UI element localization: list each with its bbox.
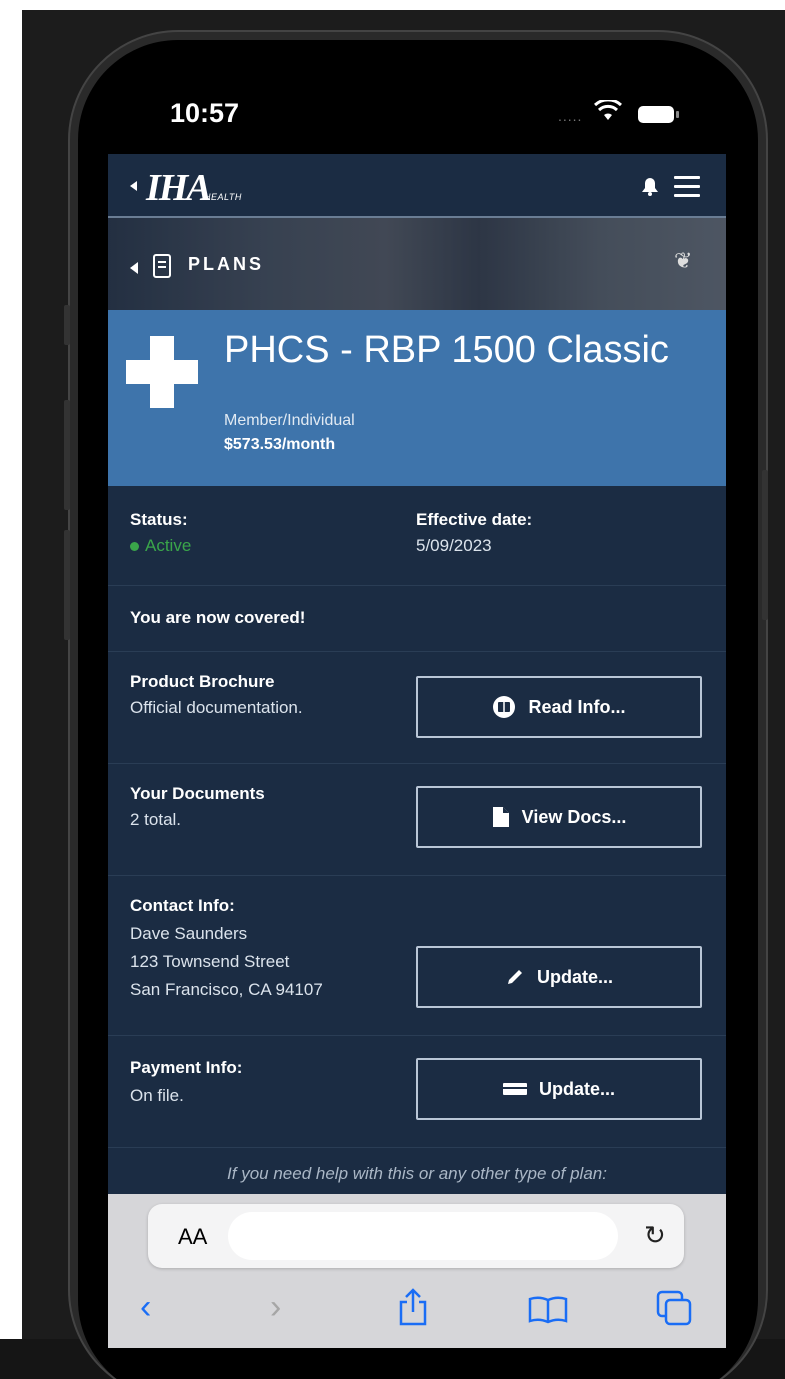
coverage-row: You are now covered!: [108, 586, 726, 652]
url-field[interactable]: [228, 1212, 618, 1260]
contact-street: 123 Townsend Street: [130, 952, 290, 971]
forward-arrow-icon[interactable]: ›: [270, 1288, 281, 1327]
signal-icon: .....: [558, 108, 583, 124]
view-docs-label: View Docs...: [521, 806, 627, 827]
status-value: Active: [130, 536, 191, 556]
phone-side-button: [64, 305, 70, 345]
brand-logo[interactable]: IHA: [146, 166, 212, 210]
hamburger-menu-icon[interactable]: [674, 176, 700, 203]
back-icon[interactable]: [130, 181, 137, 191]
file-icon: [492, 807, 509, 827]
phone-side-button: [64, 400, 70, 510]
brand-logo-sub: HEALTH: [204, 192, 242, 202]
book-icon: [493, 696, 516, 718]
section-title: PLANS: [188, 254, 265, 274]
contact-name: Dave Saunders: [130, 924, 248, 943]
effective-date-label: Effective date:: [416, 510, 533, 529]
status-label: Status:: [130, 510, 188, 529]
active-status-dot: [130, 541, 139, 551]
update-payment-button[interactable]: Update...: [416, 1058, 702, 1120]
payment-status: On file.: [130, 1086, 184, 1105]
payment-row: Payment Info: On file. Update...: [108, 1036, 726, 1148]
brochure-row: Product Brochure Official documentation.…: [108, 652, 726, 764]
status-active-text: Active: [145, 536, 192, 555]
address-bar: AA ↻: [148, 1204, 684, 1268]
back-arrow-icon[interactable]: ‹: [140, 1288, 151, 1327]
background-strip-left: [0, 0, 22, 1379]
view-docs-button[interactable]: View Docs...: [416, 786, 702, 848]
bookmarks-icon[interactable]: [528, 1296, 568, 1324]
app-screen: IHA HEALTH PLANS ❦ PHCS - RBP 1500 Class…: [108, 154, 726, 1348]
share-icon[interactable]: [398, 1288, 428, 1326]
medical-cross-icon-bar: [126, 360, 198, 384]
reload-icon[interactable]: ↻: [644, 1220, 666, 1251]
help-text: If you need help with this or any other …: [227, 1164, 607, 1183]
credit-card-icon: [502, 1083, 527, 1095]
phone-side-button: [762, 470, 768, 620]
brochure-desc: Official documentation.: [130, 698, 303, 717]
update-contact-button[interactable]: Update...: [416, 946, 702, 1008]
contact-city: San Francisco, CA 94107: [130, 980, 323, 999]
documents-count: 2 total.: [130, 810, 182, 829]
wifi-icon: [594, 100, 622, 120]
tabs-icon[interactable]: [656, 1290, 692, 1326]
effective-date-value: 5/09/2023: [416, 536, 492, 555]
app-header: IHA HEALTH: [108, 154, 726, 218]
status-bar: 10:57 .....: [108, 80, 728, 154]
plan-banner: PHCS - RBP 1500 Classic Member/Individua…: [108, 310, 726, 486]
tree-icon: ❦: [674, 248, 693, 273]
background-strip: [0, 0, 785, 10]
brochure-label: Product Brochure: [130, 672, 275, 691]
plan-price: $573.53/month: [224, 436, 336, 453]
browser-nav: ‹ ›: [108, 1288, 726, 1338]
update-contact-label: Update...: [536, 966, 613, 987]
text-size-button[interactable]: AA: [178, 1224, 207, 1250]
payment-label: Payment Info:: [130, 1058, 243, 1077]
back-icon[interactable]: [130, 262, 138, 274]
read-info-button[interactable]: Read Info...: [416, 676, 702, 738]
plan-name: PHCS - RBP 1500 Classic: [224, 329, 669, 371]
pencil-icon: [507, 970, 522, 984]
documents-label: Your Documents: [130, 784, 265, 803]
contact-row: Contact Info: Dave Saunders 123 Townsend…: [108, 876, 726, 1036]
status-row: Status: Active Effective date: 5/09/2023: [108, 486, 726, 586]
document-icon: [153, 254, 171, 278]
documents-row: Your Documents 2 total. View Docs...: [108, 764, 726, 876]
phone-side-button: [64, 530, 70, 640]
browser-toolbar: AA ↻ ‹ ›: [108, 1194, 726, 1348]
hero-banner: PLANS ❦: [108, 218, 726, 310]
battery-icon: [638, 106, 679, 123]
bell-icon[interactable]: [638, 174, 662, 198]
coverage-message: You are now covered!: [130, 608, 306, 627]
update-payment-label: Update...: [538, 1078, 615, 1099]
status-time: 10:57: [170, 98, 240, 128]
contact-label: Contact Info:: [130, 896, 235, 915]
plan-type: Member/Individual: [224, 412, 355, 429]
read-info-label: Read Info...: [528, 696, 626, 717]
